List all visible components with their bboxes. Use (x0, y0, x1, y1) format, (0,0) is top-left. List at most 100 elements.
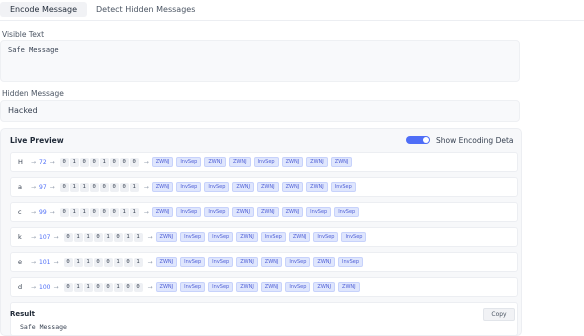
arrow-icon: → (31, 208, 37, 216)
tab-encode-message[interactable]: Encode Message (0, 2, 88, 17)
bit: 0 (109, 157, 119, 167)
encoding-chip: InvSep (285, 282, 311, 292)
encoding-chip: ZWNJ (204, 157, 226, 167)
bit: 1 (119, 207, 129, 217)
hidden-message-value: Hacked (8, 106, 38, 115)
bit: 0 (59, 182, 69, 192)
encoding-chip: ZWNJ (281, 157, 304, 167)
bit: 0 (103, 282, 113, 292)
row-content: c → 99 → 0 1 1 0 0 0 1 1 → ZWNJ InvSep InvSep ZWNJ ZWNJ ZW… (18, 203, 360, 221)
bit: 1 (69, 157, 79, 167)
encoding-chip: ZWNJ (288, 232, 311, 242)
encoding-chip: InvSep (176, 207, 202, 217)
encoding-chip: ZWNJ (236, 257, 258, 267)
arrow-icon: → (31, 258, 37, 266)
arrow-icon: → (49, 183, 55, 191)
bit: 0 (123, 282, 133, 292)
hidden-message-label: Hidden Message (2, 89, 64, 98)
encoding-chip: ZWNJ (155, 282, 178, 292)
row-chips: ZWNJ InvSep InvSep ZWNJ InvSep ZWNJ InvSep InvS… (155, 232, 367, 242)
result-title: Result (10, 310, 36, 318)
encoding-chip: ZWNJ (151, 207, 174, 217)
row-chips: ZWNJ InvSep InvSep ZWNJ ZWNJ ZWNJ ZWNJ InvSep (151, 182, 356, 192)
arrow-icon: → (143, 158, 149, 166)
arrow-icon: → (31, 158, 37, 166)
row-char-code: 100 (39, 283, 51, 291)
bit: 0 (89, 157, 99, 167)
encoding-chip: InvSep (180, 282, 206, 292)
arrow-icon: → (147, 258, 153, 266)
bit: 0 (119, 182, 129, 192)
row-content: k → 107 → 0 1 1 0 1 0 1 1 → ZWNJ InvSep InvSep ZWNJ InvSe… (18, 228, 367, 246)
row-char-code: 107 (39, 233, 51, 241)
encoding-chip: InvSep (204, 182, 230, 192)
row-bits: 01100011 (59, 207, 139, 217)
encoding-chip: ZWNJ (260, 257, 283, 267)
row-content: a → 97 → 0 1 1 0 0 0 0 1 → ZWNJ InvSep InvSep ZWNJ ZWNJ ZW… (18, 178, 356, 196)
bit: 1 (133, 232, 143, 242)
encoding-chip: InvSep (176, 182, 202, 192)
row-content: e → 101 → 0 1 1 0 0 1 0 1 → ZWNJ InvSep InvSep ZWNJ ZWNJ I… (18, 253, 364, 271)
row-bits: 01001000 (59, 157, 139, 167)
encoding-chip: InvSep (338, 257, 364, 267)
bit: 1 (123, 232, 133, 242)
row-char-code: 97 (39, 183, 47, 191)
encoding-chip: ZWNJ (155, 232, 178, 242)
tab-detect-hidden-messages[interactable]: Detect Hidden Messages (86, 2, 205, 17)
encoding-chip: ZWNJ (313, 257, 336, 267)
hidden-message-input[interactable]: Hacked (0, 100, 520, 122)
encoding-chip: InvSep (204, 207, 230, 217)
arrow-icon: → (147, 233, 153, 241)
row-char-code: 72 (39, 158, 47, 166)
bit: 1 (133, 257, 143, 267)
arrow-icon: → (31, 183, 37, 191)
bit: 0 (79, 157, 89, 167)
row-char: k (18, 233, 22, 241)
row-chips: ZWNJ InvSep InvSep ZWNJ ZWNJ InvSep ZWNJ ZWNJ (155, 282, 360, 292)
row-char-code: 101 (39, 258, 51, 266)
row-char: a (18, 183, 22, 191)
arrow-icon: → (49, 208, 55, 216)
bit: 0 (89, 207, 99, 217)
show-encoding-details-toggle[interactable] (406, 136, 430, 144)
encoding-chip: ZWNJ (232, 207, 254, 217)
encoding-chip: InvSep (313, 232, 339, 242)
bit: 1 (73, 257, 83, 267)
bit: 1 (69, 207, 79, 217)
arrow-icon: → (143, 208, 149, 216)
bit: 0 (63, 232, 73, 242)
encoding-chip: InvSep (260, 232, 286, 242)
preview-row-k: k → 107 → 0 1 1 0 1 0 1 1 → ZWNJ InvSep InvSep ZWNJ InvSe… (10, 227, 518, 247)
encoding-chip: ZWNJ (330, 157, 353, 167)
row-chips: ZWNJ InvSep InvSep ZWNJ ZWNJ ZWNJ InvSep InvSep (151, 207, 360, 217)
live-preview-title: Live Preview (10, 136, 64, 145)
bit: 0 (109, 182, 119, 192)
encoding-chip: InvSep (208, 282, 234, 292)
encoding-chip: InvSep (285, 257, 311, 267)
encoding-chip: ZWNJ (281, 207, 304, 217)
bit: 0 (89, 182, 99, 192)
bit: 0 (113, 232, 123, 242)
show-encoding-details-label: Show Encoding Deta (436, 136, 514, 145)
arrow-icon: → (49, 158, 55, 166)
preview-row-c: c → 99 → 0 1 1 0 0 0 1 1 → ZWNJ InvSep InvSep ZWNJ ZWNJ ZW… (10, 202, 518, 222)
row-char-code: 99 (39, 208, 47, 216)
bit: 0 (109, 207, 119, 217)
preview-row-d: d → 100 → 0 1 1 0 0 1 0 0 → ZWNJ InvSep InvSep ZWNJ ZWNJ I… (10, 277, 518, 297)
visible-text-field[interactable]: Safe Message (0, 40, 520, 82)
encoding-chip: InvSep (253, 157, 279, 167)
arrow-icon: → (53, 258, 59, 266)
row-bits: 01100100 (63, 282, 143, 292)
encoding-chip: ZWNJ (313, 282, 336, 292)
bit: 1 (73, 282, 83, 292)
encoding-chip: InvSep (330, 182, 356, 192)
result-panel (10, 302, 518, 336)
arrow-icon: → (53, 233, 59, 241)
copy-button[interactable]: Copy (483, 308, 515, 321)
bit: 1 (113, 282, 123, 292)
encoding-chip: InvSep (180, 232, 206, 242)
row-char: c (18, 208, 22, 216)
bit: 0 (129, 157, 139, 167)
row-chips: ZWNJ InvSep ZWNJ ZWNJ InvSep ZWNJ ZWNJ ZWNJ (151, 157, 353, 167)
encoding-chip: ZWNJ (236, 282, 258, 292)
